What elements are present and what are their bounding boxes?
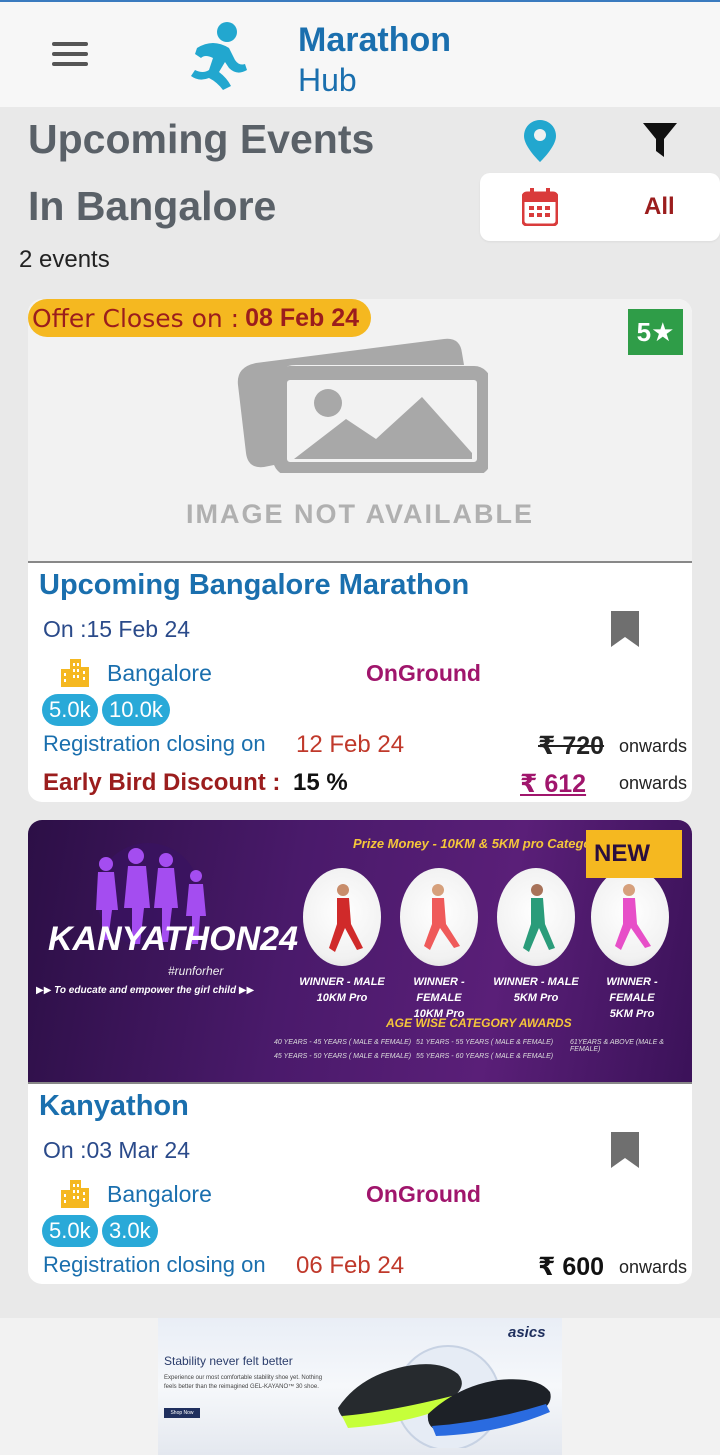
winner-category: 5KM Pro: [609, 1008, 655, 1020]
discount-price[interactable]: ₹ 612: [520, 769, 586, 799]
rating-badge: 5★: [628, 309, 683, 355]
image-not-available-text: IMAGE NOT AVAILABLE: [186, 499, 534, 529]
ad-cta-button[interactable]: Shop Now: [164, 1408, 200, 1418]
winner-label: WINNER - MALE 5KM Pro: [491, 974, 581, 1006]
filter-icon[interactable]: [643, 123, 677, 157]
brand-name: Marathon Hub: [298, 20, 451, 100]
winner-label: WINNER - MALE 10KM Pro: [297, 974, 387, 1006]
event-mode: OnGround: [366, 1181, 481, 1207]
brand-line2: Hub: [298, 62, 357, 98]
registration-label: Registration closing on: [43, 1252, 266, 1277]
winner-category: 5KM Pro: [513, 992, 559, 1004]
banner-tagline: ▶▶ To educate and empower the girl child…: [36, 985, 255, 996]
winner-title: WINNER - FEMALE: [606, 976, 658, 1004]
date-filter-button[interactable]: All: [480, 173, 720, 241]
ad-creative[interactable]: asics Stability never felt better Experi…: [158, 1318, 562, 1455]
runner-logo-icon: [191, 22, 247, 90]
event-title[interactable]: Upcoming Bangalore Marathon: [39, 569, 469, 602]
page-title-line2: In Bangalore: [28, 183, 277, 229]
page-title-line1: Upcoming Events: [28, 116, 375, 162]
distance-chip: 5.0k: [42, 1215, 98, 1247]
image-placeholder-icon: [237, 338, 488, 473]
registration-date: 12 Feb 24: [296, 731, 405, 758]
age-group-text: 51 YEARS - 55 YEARS ( MALE & FEMALE): [416, 1039, 554, 1046]
event-card[interactable]: Prize Money - 10KM & 5KM pro Category KA…: [28, 820, 692, 1284]
event-date: On :15 Feb 24: [43, 616, 191, 642]
onwards-label: onwards: [619, 736, 688, 756]
app-header: Marathon Hub: [0, 0, 720, 107]
location-pin-icon[interactable]: [524, 120, 556, 162]
offer-label: Offer Closes on :: [32, 303, 240, 333]
early-bird-label: Early Bird Discount :: [43, 769, 281, 796]
winner-category: 10KM Pro: [316, 992, 368, 1004]
events-count: 2 events: [19, 246, 110, 273]
event-city: Bangalore: [107, 1181, 212, 1207]
onwards-label: onwards: [619, 1257, 688, 1277]
winner-title: WINNER - MALE: [493, 976, 579, 988]
banner-tagline-text: To educate and empower the girl child: [54, 985, 237, 996]
distance-chip: 10.0k: [102, 694, 170, 726]
winner-photo: [591, 868, 669, 966]
event-city: Bangalore: [107, 660, 212, 686]
new-badge: NEW: [586, 830, 682, 878]
winner-title: WINNER - FEMALE: [413, 976, 465, 1004]
banner-age-awards: AGE WISE CATEGORY AWARDS: [386, 1016, 572, 1030]
event-image-placeholder: IMAGE NOT AVAILABLE: [28, 299, 692, 563]
ad-banner[interactable]: asics Stability never felt better Experi…: [0, 1318, 720, 1455]
building-icon: [61, 1180, 89, 1208]
banner-prize-text: Prize Money - 10KM & 5KM pro Category: [353, 836, 604, 851]
building-icon: [61, 659, 89, 687]
winner-photo: [400, 868, 478, 966]
registration-date: 06 Feb 24: [296, 1252, 405, 1279]
distance-chip: 3.0k: [102, 1215, 158, 1247]
winner-photo: [303, 868, 381, 966]
banner-event-name: KANYATHON24: [48, 920, 298, 958]
age-group-text: 55 YEARS - 60 YEARS ( MALE & FEMALE): [416, 1053, 554, 1060]
winner-label: WINNER - FEMALE 10KM Pro: [394, 974, 484, 1022]
winner-label: WINNER - FEMALE 5KM Pro: [587, 974, 677, 1022]
ad-body: Experience our most comfortable stabilit…: [164, 1375, 323, 1390]
menu-icon[interactable]: [52, 42, 90, 70]
event-date: On :03 Mar 24: [43, 1137, 191, 1163]
age-group-text: 40 YEARS - 45 YEARS ( MALE & FEMALE): [274, 1039, 412, 1046]
registration-label: Registration closing on: [43, 731, 266, 756]
ad-shoes-image: [338, 1345, 551, 1448]
early-bird-value: 15 %: [293, 769, 348, 796]
winner-title: WINNER - MALE: [299, 976, 385, 988]
age-group-text: 45 YEARS - 50 YEARS ( MALE & FEMALE): [274, 1053, 412, 1060]
winner-photo: [497, 868, 575, 966]
event-card[interactable]: IMAGE NOT AVAILABLE Offer Closes on : 08…: [28, 299, 692, 802]
bookmark-icon[interactable]: [611, 1132, 639, 1168]
brand-line1: Marathon: [298, 21, 451, 59]
event-price: ₹ 600: [538, 1253, 605, 1281]
offer-badge: Offer Closes on : 08 Feb 24: [28, 299, 372, 337]
onwards-label: onwards: [619, 773, 688, 793]
original-price: ₹ 720: [538, 732, 605, 760]
ad-headline: Stability never felt better: [164, 1354, 293, 1368]
bookmark-icon[interactable]: [611, 611, 639, 647]
age-group-text: 61YEARS & ABOVE (MALE & FEMALE): [570, 1039, 664, 1053]
offer-date: 08 Feb 24: [245, 303, 360, 332]
event-mode: OnGround: [366, 660, 481, 686]
date-filter-value: All: [644, 193, 675, 220]
calendar-icon: [522, 188, 558, 226]
distance-chip: 5.0k: [42, 694, 98, 726]
banner-hashtag: #runforher: [168, 964, 224, 978]
event-title[interactable]: Kanyathon: [39, 1090, 189, 1123]
